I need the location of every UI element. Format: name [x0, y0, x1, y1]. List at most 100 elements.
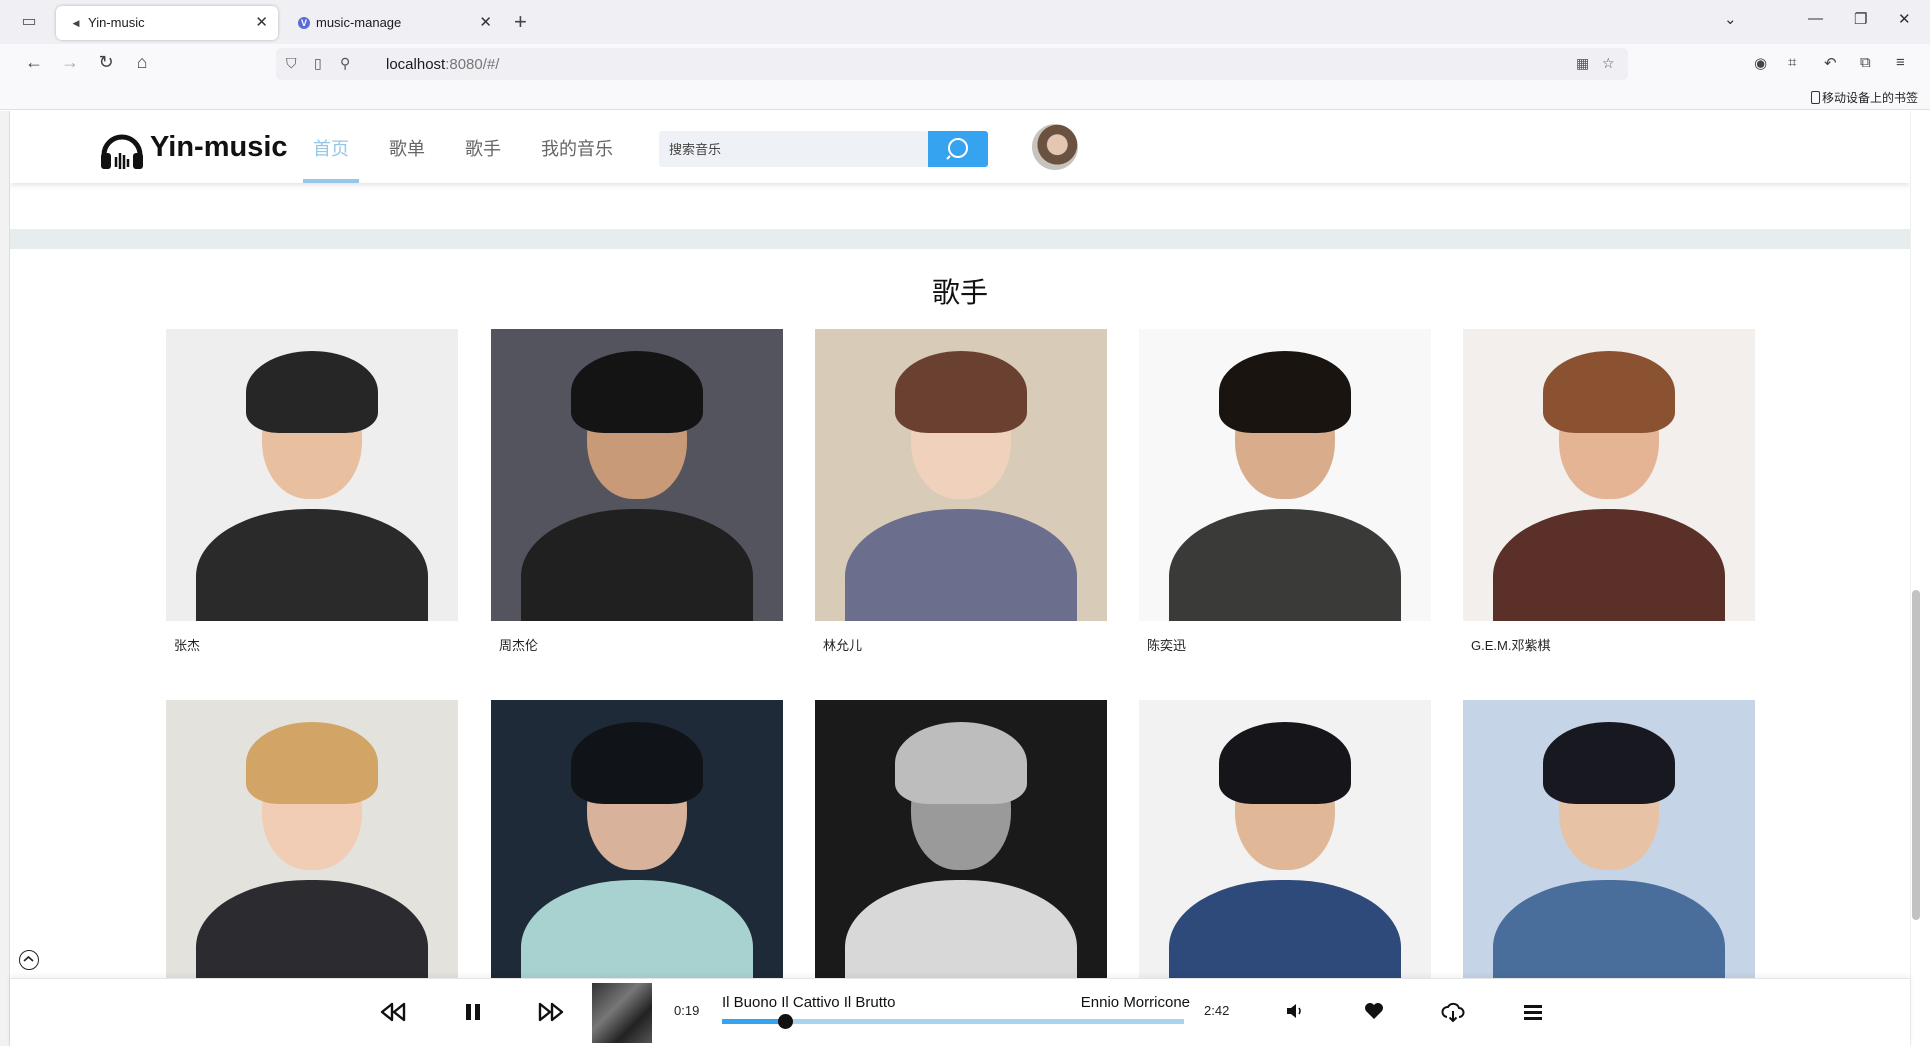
cloud-download-icon [1441, 1002, 1465, 1023]
menu-singer[interactable]: 歌手 [465, 135, 501, 161]
close-window-icon[interactable]: ✕ [1898, 10, 1911, 28]
banner-divider [10, 229, 1910, 249]
restore-icon[interactable]: ❐ [1854, 10, 1867, 28]
singer-photo[interactable] [1139, 329, 1431, 621]
song-artist: Ennio Morricone [1080, 994, 1190, 1011]
speaker-icon: ◀ [72, 18, 80, 28]
url-bar[interactable]: ⛉ ▯ ⚲ localhost:8080/#/ ▦ ☆ [276, 48, 1628, 80]
collapse-circle-icon[interactable] [19, 950, 39, 970]
volume-button[interactable] [1282, 999, 1306, 1028]
search-box [659, 131, 929, 167]
avatar[interactable] [1032, 124, 1078, 170]
headphones-icon [101, 134, 143, 169]
menu-icon[interactable]: ≡ [1896, 54, 1905, 71]
new-tab-icon[interactable]: + [514, 9, 527, 35]
close-icon[interactable]: ✕ [255, 6, 268, 40]
singer-photo[interactable] [815, 700, 1107, 992]
progress-bar[interactable] [722, 1014, 1184, 1029]
chevron-down-icon[interactable]: ⌄ [1724, 10, 1737, 28]
tab-title: music-manage [316, 15, 402, 30]
browser-nav-bar: ← → ↻ ⌂ ⛉ ▯ ⚲ localhost:8080/#/ ▦ ☆ ◉ ⌗ … [0, 44, 1930, 84]
reload-icon[interactable]: ↻ [94, 52, 118, 73]
singer-card[interactable]: G.E.M.邓紫棋 [1463, 329, 1755, 653]
singer-photo[interactable] [1139, 700, 1431, 992]
search-button[interactable] [928, 131, 988, 167]
phone-icon [1810, 91, 1820, 104]
singer-card[interactable] [815, 700, 1107, 992]
next-button[interactable] [538, 999, 564, 1030]
playlist-icon [1524, 1005, 1542, 1020]
current-time: 0:19 [674, 1003, 700, 1018]
undo-icon[interactable]: ↶ [1824, 54, 1837, 72]
singer-card[interactable] [1463, 700, 1755, 992]
singer-card[interactable]: 周杰伦 [491, 329, 783, 653]
singer-name[interactable]: 陈奕迅 [1147, 635, 1186, 654]
like-button[interactable] [1362, 999, 1386, 1028]
url-text[interactable]: localhost:8080/#/ [386, 56, 499, 73]
singer-photo[interactable] [815, 329, 1107, 621]
menu-active-underline [303, 179, 359, 183]
download-button[interactable] [1440, 999, 1466, 1030]
singer-card[interactable] [1139, 700, 1431, 992]
pause-button[interactable] [460, 999, 486, 1030]
section-title: 歌手 [931, 277, 988, 308]
menu-my-music[interactable]: 我的音乐 [541, 135, 613, 161]
singer-name[interactable]: G.E.M.邓紫棋 [1471, 635, 1550, 654]
forward-icon[interactable]: → [58, 52, 82, 73]
singer-name[interactable]: 张杰 [174, 635, 200, 654]
playlist-button[interactable] [1520, 999, 1546, 1030]
shield-icon[interactable]: ⛉ [286, 55, 297, 72]
previous-button[interactable] [380, 999, 406, 1030]
tab-music-manage[interactable]: V music-manage ✕ [284, 6, 502, 40]
tab-list-icon[interactable]: ▭ [18, 11, 40, 33]
minimize-icon[interactable]: — [1808, 10, 1823, 27]
home-icon[interactable]: ⌂ [130, 52, 154, 73]
search-input[interactable] [659, 131, 929, 167]
progress-fill [722, 1019, 786, 1024]
singer-photo[interactable] [1463, 700, 1755, 992]
page-icon: ▯ [314, 55, 322, 71]
singer-photo[interactable] [491, 700, 783, 992]
qr-code-icon[interactable]: ▦ [1576, 55, 1589, 72]
sidebar-strip [0, 111, 10, 1046]
total-duration: 2:42 [1204, 1003, 1230, 1018]
progress-knob[interactable] [778, 1014, 794, 1029]
menu-home[interactable]: 首页 [313, 135, 349, 161]
singer-name[interactable]: 林允儿 [823, 635, 862, 654]
singer-photo[interactable] [166, 329, 458, 621]
star-icon[interactable]: ☆ [1602, 55, 1615, 72]
scrollbar-thumb[interactable] [1912, 590, 1920, 920]
song-title: Il Buono Il Cattivo Il Brutto [722, 994, 896, 1011]
album-cover[interactable] [592, 983, 652, 1043]
back-icon[interactable]: ← [22, 52, 46, 73]
tab-yin-music[interactable]: ◀ Yin-music ✕ [56, 6, 278, 40]
mobile-bookmarks[interactable]: 移动设备上的书签 [1810, 89, 1918, 106]
singer-photo[interactable] [166, 700, 458, 992]
tab-title: Yin-music [88, 15, 145, 30]
close-icon[interactable]: ✕ [479, 6, 492, 40]
browser-tab-bar: ▭ ◀ Yin-music ✕ V music-manage ✕ + ⌄ — ❐… [0, 0, 1930, 44]
singer-card[interactable]: 张杰 [166, 329, 458, 653]
search-icon [946, 138, 968, 160]
pause-icon [466, 1004, 480, 1020]
permissions-icon[interactable]: ⚲ [340, 55, 350, 72]
account-icon[interactable]: ◉ [1754, 54, 1767, 72]
singer-card[interactable] [166, 700, 458, 992]
player-bar: 0:19 Il Buono Il Cattivo Il Brutto Ennio… [10, 978, 1910, 1046]
singer-photo[interactable] [1463, 329, 1755, 621]
singer-card[interactable]: 林允儿 [815, 329, 1107, 653]
logo-text: Yin-music [150, 131, 288, 163]
extensions-icon[interactable]: ⧉ [1860, 54, 1871, 71]
singer-name[interactable]: 周杰伦 [499, 635, 538, 654]
singer-card[interactable] [491, 700, 783, 992]
previous-icon [380, 1002, 406, 1022]
vue-icon: V [298, 17, 310, 29]
crop-icon[interactable]: ⌗ [1788, 54, 1796, 71]
singer-photo[interactable] [491, 329, 783, 621]
page-viewport: Yin-music 首页 歌单 歌手 我的音乐 歌手 张杰 [10, 111, 1910, 1046]
heart-icon [1365, 1003, 1383, 1019]
site-header: Yin-music 首页 歌单 歌手 我的音乐 [10, 111, 1910, 183]
menu-playlist[interactable]: 歌单 [389, 135, 425, 161]
singer-card[interactable]: 陈奕迅 [1139, 329, 1431, 653]
bookmarks-bar: 移动设备上的书签 [0, 84, 1930, 110]
